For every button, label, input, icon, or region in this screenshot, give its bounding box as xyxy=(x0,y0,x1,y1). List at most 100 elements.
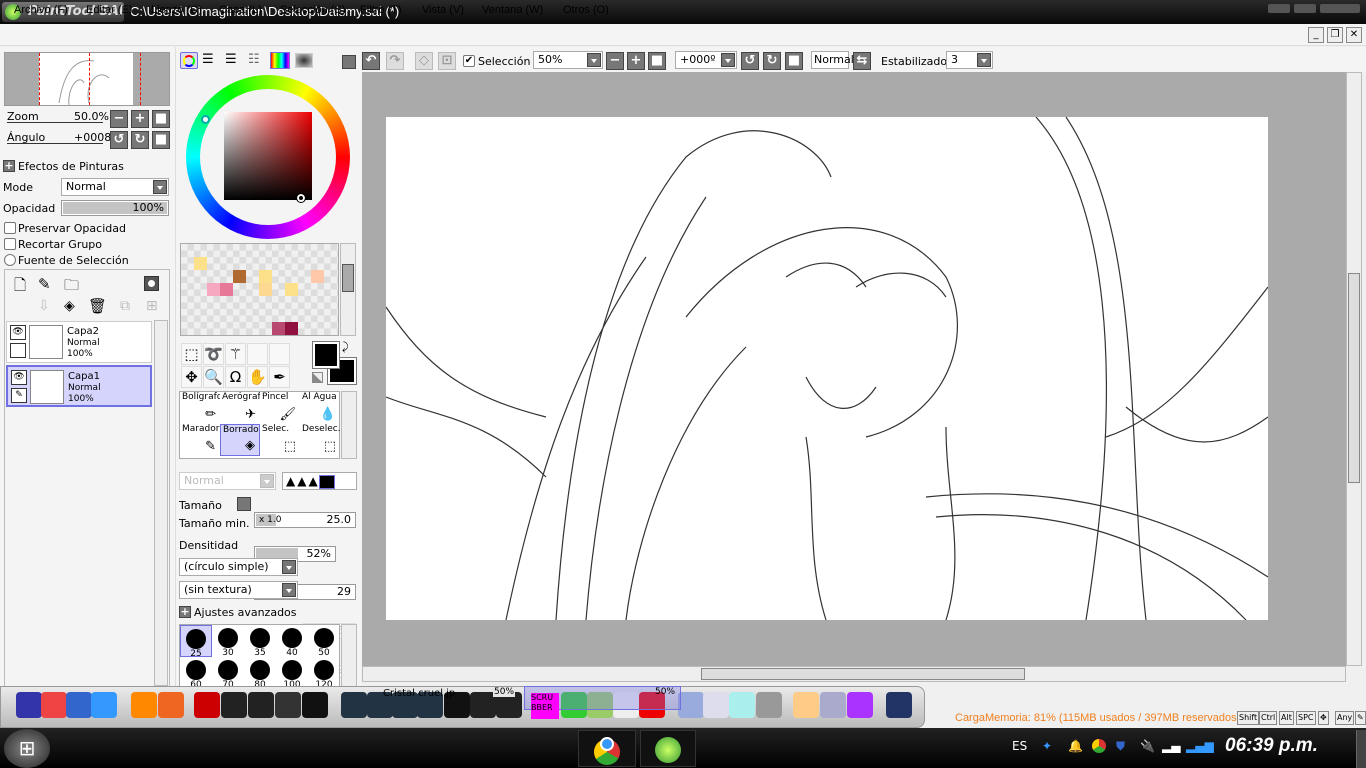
modifier-key-2[interactable]: Alt xyxy=(1279,711,1294,725)
hsv-slider-tab[interactable]: ☰ xyxy=(225,52,237,67)
new-linework-layer-icon[interactable]: ✎ xyxy=(38,275,51,293)
start-button[interactable]: ⊞ xyxy=(4,729,50,768)
zoom-magnifier-icon[interactable]: 🔍 xyxy=(203,366,224,388)
brush-shape-selector[interactable]: ▲▲▲ xyxy=(282,472,357,490)
mixer-tab[interactable]: ☷ xyxy=(248,52,260,67)
navigator-preview[interactable] xyxy=(4,52,170,106)
modifier-key-1[interactable]: Ctrl xyxy=(1259,711,1278,725)
rotate-left-button[interactable]: ↺ xyxy=(110,131,128,149)
visibility-eye-icon[interactable]: 👁 xyxy=(11,370,27,385)
swatch-scrollbar[interactable] xyxy=(340,243,356,336)
color-swatch[interactable] xyxy=(311,270,324,283)
paint-dock-icon[interactable] xyxy=(793,692,819,718)
stabilizer-select[interactable]: 3 xyxy=(946,51,993,69)
swatches-tab[interactable] xyxy=(270,52,290,69)
recycle-dock-icon[interactable] xyxy=(756,692,782,718)
mdi-minimize-button[interactable]: _ xyxy=(1308,27,1324,43)
lasso-icon[interactable]: ➰ xyxy=(203,343,224,365)
antimalware-tray-icon[interactable]: ✦ xyxy=(1042,739,1052,753)
firefox-dock-icon[interactable] xyxy=(131,692,157,718)
modifier-key-4[interactable]: ✥ xyxy=(1318,711,1329,725)
wifi-tray-icon[interactable]: ▂▄▆ xyxy=(1186,739,1214,753)
canvas-horizontal-scrollbar[interactable] xyxy=(362,666,1346,682)
new-layer-icon[interactable]: 🗋 xyxy=(14,275,26,300)
mdi-restore-button[interactable]: ❐ xyxy=(1327,27,1343,43)
menu-item[interactable]: Vista (V) xyxy=(422,4,464,16)
toolbar-zoom-reset-button[interactable]: ■ xyxy=(648,52,666,70)
color-swatch[interactable] xyxy=(207,283,220,296)
effects-label[interactable]: Efectos de Pinturas xyxy=(18,160,124,173)
close-button[interactable] xyxy=(1320,4,1360,13)
size-slider[interactable]: x 1.0 25.0 xyxy=(254,512,356,528)
rgb-slider-tab[interactable]: ☰ xyxy=(202,52,214,67)
upload-dock-icon[interactable] xyxy=(194,692,220,718)
canvas-vertical-scrollbar[interactable] xyxy=(1346,72,1362,666)
cr-dock-icon[interactable] xyxy=(302,692,328,718)
color-swatch[interactable] xyxy=(272,322,285,335)
brush-airbrush[interactable]: Aerógrafo✈ xyxy=(220,392,260,424)
folder-dock-icon[interactable] xyxy=(678,692,704,718)
clear-layer-icon[interactable]: ◈ xyxy=(64,298,75,314)
notepad-dock-icon[interactable] xyxy=(729,692,755,718)
color-swatch[interactable] xyxy=(285,322,298,335)
scrubber-icon[interactable]: SCRU BBER xyxy=(531,693,559,719)
layer-item[interactable]: 👁 Capa2 Normal 100% xyxy=(6,321,152,363)
zoom-in-button[interactable]: + xyxy=(131,110,149,128)
preset-scrollbar[interactable] xyxy=(341,624,357,687)
deselect-button[interactable]: ◇ xyxy=(415,52,433,70)
brush-marker[interactable]: Marador ✎ xyxy=(180,424,220,456)
brush-size-preset[interactable]: 60 xyxy=(180,657,212,690)
color-handle[interactable] xyxy=(296,193,306,203)
maximize-button[interactable] xyxy=(1294,4,1316,13)
minimize-button[interactable] xyxy=(1268,4,1290,13)
layer-item[interactable]: 👁 ✎ Capa1 Normal 100% xyxy=(6,365,152,407)
rotate-icon[interactable]: Ω xyxy=(225,366,246,388)
panel-menu-button[interactable] xyxy=(342,55,356,69)
toolbar-rotate-reset-button[interactable]: ■ xyxy=(785,52,803,70)
toolbar-zoom-in-button[interactable]: + xyxy=(627,52,645,70)
color-swatch[interactable] xyxy=(233,270,246,283)
brush-blend-select[interactable]: Normal xyxy=(179,472,276,490)
swatch-grid[interactable] xyxy=(180,243,339,336)
selection-rect-icon[interactable]: ⬚ xyxy=(181,343,202,365)
transparent-color-icon[interactable] xyxy=(312,372,323,383)
brush-select-pen[interactable]: Selec. ⬚ xyxy=(260,424,300,456)
eyedropper-icon[interactable]: ✒ xyxy=(269,366,290,388)
brush-eraser[interactable]: Borrador ◈ xyxy=(220,424,260,456)
brush-size-preset[interactable]: 70 xyxy=(212,657,244,690)
signal-tray-icon[interactable]: ▂▄ xyxy=(1162,739,1180,753)
zoom-slider[interactable] xyxy=(7,122,103,123)
skype-dock-icon[interactable] xyxy=(275,692,301,718)
document-dock-icon[interactable] xyxy=(703,692,729,718)
color-wheel-tab[interactable] xyxy=(180,52,198,69)
drawing-canvas[interactable] xyxy=(386,117,1268,620)
modifier-key-0[interactable]: Shift xyxy=(1237,711,1260,725)
clip-group-checkbox[interactable] xyxy=(4,238,16,250)
notification-tray-icon[interactable]: 🔔 xyxy=(1068,739,1083,753)
redo-button[interactable]: ↷ xyxy=(386,52,404,70)
menu-item[interactable]: Filtro (T) xyxy=(360,4,402,16)
texture-select[interactable]: (sin textura) xyxy=(179,581,298,599)
browser-dock-icon[interactable] xyxy=(66,692,92,718)
modifier-key-3[interactable]: SPC xyxy=(1296,711,1316,725)
show-desktop-button[interactable] xyxy=(1356,730,1366,768)
color-swatch[interactable] xyxy=(259,283,272,296)
brush-water[interactable]: Al Agua 💧 xyxy=(300,392,340,424)
size-multiplier-dropdown[interactable] xyxy=(237,497,251,511)
app-dock-icon[interactable] xyxy=(158,692,184,718)
empty-tool-slot[interactable] xyxy=(247,343,268,365)
blend-mode-select[interactable]: Normal xyxy=(61,178,169,196)
layer-scrollbar[interactable] xyxy=(154,320,168,686)
transfer-down-icon[interactable]: ⇩ xyxy=(38,298,50,314)
lock-toggle[interactable] xyxy=(10,343,26,358)
menu-item[interactable]: Otros (O) xyxy=(563,4,609,16)
brush-size-preset[interactable]: 40 xyxy=(276,625,308,658)
brush-brush[interactable]: Pincel 🖌 xyxy=(260,392,300,424)
zoom-out-button[interactable]: − xyxy=(110,110,128,128)
malwarebytes-dock-icon[interactable] xyxy=(91,692,117,718)
color-swatch[interactable] xyxy=(285,283,298,296)
swap-colors-icon[interactable]: ⤸ xyxy=(342,340,349,354)
brush-size-preset[interactable]: 35 xyxy=(244,625,276,658)
preserve-opacity-checkbox[interactable] xyxy=(4,222,16,234)
facebook-dock-icon[interactable] xyxy=(221,692,247,718)
